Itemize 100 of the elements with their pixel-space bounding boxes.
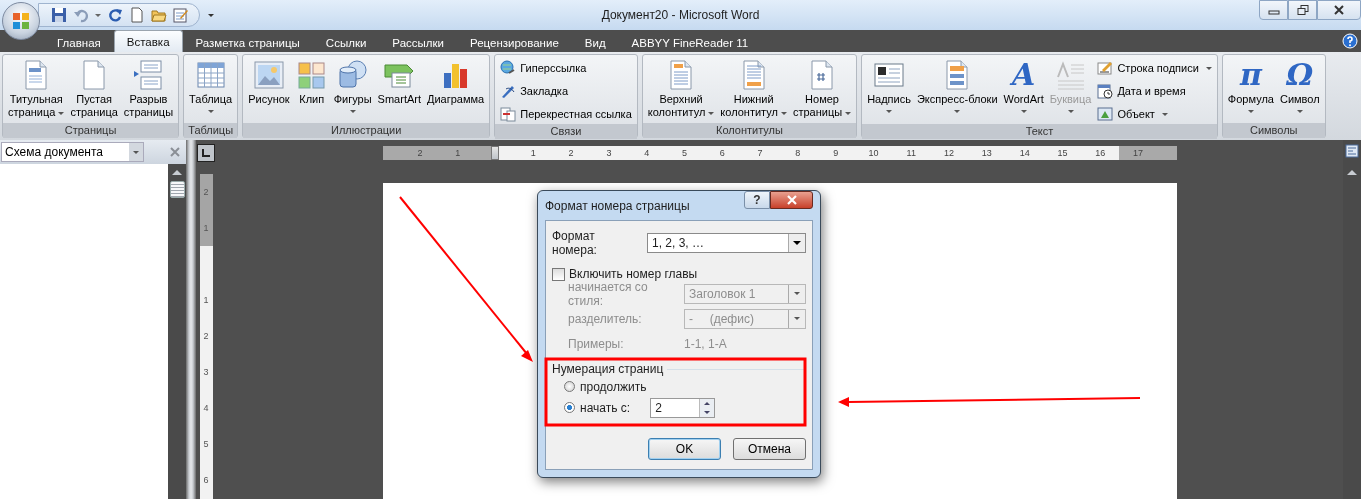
omega-icon: Ω xyxy=(1283,59,1316,91)
close-button[interactable] xyxy=(1317,0,1361,20)
ribbon-button[interactable]: Ω Символ xyxy=(1276,57,1323,123)
dialog-title: Формат номера страницы xyxy=(545,198,691,213)
ruler-number: 16 xyxy=(1095,148,1106,158)
ribbon-button[interactable]: Верхний колонтитул xyxy=(644,57,718,123)
group-label: Колонтитулы xyxy=(642,123,857,138)
ribbon-tab[interactable]: Вставка xyxy=(113,30,183,52)
ribbon-button[interactable]: Нижний колонтитул xyxy=(717,57,790,123)
help-button[interactable]: ? xyxy=(744,191,770,209)
number-format-dropdown[interactable]: 1, 2, 3, … xyxy=(647,233,806,253)
close-icon[interactable] xyxy=(170,147,180,157)
scroll-thumb[interactable] xyxy=(169,181,185,198)
office-button[interactable] xyxy=(2,2,40,40)
ribbon-button[interactable]: Клип xyxy=(292,57,331,123)
ribbon-button[interactable]: Строка подписи xyxy=(1094,58,1215,78)
ribbon-button[interactable]: Гиперссылка xyxy=(497,58,635,78)
group-label: Связи xyxy=(495,124,637,139)
letter-a-icon: A xyxy=(1007,59,1040,91)
bookmark-icon xyxy=(500,83,517,99)
tab-selector-button[interactable] xyxy=(197,144,215,162)
group-label: Иллюстрации xyxy=(243,123,490,138)
ribbon-button[interactable]: Таблица xyxy=(186,57,236,123)
ruler-number: 2 xyxy=(203,187,209,197)
dialog-button[interactable]: OK xyxy=(648,438,721,460)
include-chapter-checkbox[interactable]: Включить номер главы xyxy=(552,267,698,281)
window-title: Документ20 - Microsoft Word xyxy=(601,8,760,22)
ribbon-button[interactable]: Объект xyxy=(1094,104,1215,124)
ribbon-button[interactable]: Перекрестная ссылка xyxy=(497,104,635,124)
field-label: разделитель: xyxy=(568,311,643,326)
ribbon-button[interactable]: SmartArt xyxy=(374,57,424,123)
office-logo-icon xyxy=(11,11,31,31)
ruler-number: 12 xyxy=(944,148,955,158)
view-ruler-icon[interactable] xyxy=(1345,144,1359,158)
ruler-number: 7 xyxy=(757,148,763,158)
close-icon xyxy=(1333,5,1345,15)
drop-cap-icon xyxy=(1054,59,1087,91)
field-label: начинается со стиля: xyxy=(568,279,648,308)
group-label: Страницы xyxy=(3,123,179,138)
left-tab-icon xyxy=(201,148,211,158)
save-icon[interactable] xyxy=(51,7,67,23)
dialog-button[interactable]: Отмена xyxy=(733,438,806,460)
indent-marker[interactable] xyxy=(491,146,500,160)
close-button[interactable] xyxy=(770,191,813,209)
ruler-number: 1 xyxy=(455,148,461,158)
radio-button[interactable]: начать с: xyxy=(564,400,631,415)
ribbon-button[interactable]: Разрыв страницы xyxy=(120,57,177,123)
ribbon-button[interactable]: Рисунок xyxy=(245,57,293,123)
ruler-number: 14 xyxy=(1019,148,1030,158)
ribbon-button[interactable]: Пустая страница xyxy=(67,57,121,123)
start-number-spinner[interactable]: 2 xyxy=(650,397,716,418)
folder-icon[interactable] xyxy=(151,7,167,23)
ribbon-button[interactable]: Фигуры xyxy=(330,57,375,123)
ribbon-tab[interactable]: Рецензирование xyxy=(457,32,572,52)
ribbon-button[interactable]: π Формула xyxy=(1224,57,1277,123)
ruler-number: 8 xyxy=(795,148,801,158)
ribbon-tab[interactable]: Ссылки xyxy=(312,32,380,52)
ribbon-tab[interactable]: Разметка страницы xyxy=(182,32,313,52)
cross-reference-icon xyxy=(500,106,517,122)
ruler-number: 10 xyxy=(868,148,879,158)
ribbon-tab[interactable]: Главная xyxy=(44,32,114,52)
ruler-number: 13 xyxy=(981,148,992,158)
ribbon-button[interactable]: Дата и время xyxy=(1094,81,1215,101)
ribbon-button[interactable]: Надпись xyxy=(864,57,914,123)
new-document-icon[interactable] xyxy=(129,7,145,23)
radio-button[interactable]: продолжить xyxy=(564,379,647,394)
redo-icon[interactable] xyxy=(107,7,123,23)
ruler-number: 1 xyxy=(203,223,209,233)
group-label: Текст xyxy=(862,124,1217,139)
ruler-number: 15 xyxy=(1057,148,1068,158)
pane-view-dropdown[interactable]: Схема документа xyxy=(1,142,144,162)
clip-art-icon xyxy=(295,59,328,91)
scroll-up-icon[interactable] xyxy=(1347,170,1357,175)
ribbon-button[interactable]: Титульная страница xyxy=(5,57,68,123)
ribbon-button[interactable]: A WordArt xyxy=(1000,57,1047,123)
ribbon-button[interactable]: Диаграмма xyxy=(424,57,488,123)
ribbon-button[interactable]: Экспресс-блоки xyxy=(913,57,1001,123)
ruler-number: 2 xyxy=(203,331,209,341)
scrollbar[interactable] xyxy=(168,164,186,499)
scrollbar[interactable] xyxy=(1343,140,1361,499)
field-label: Примеры: xyxy=(568,336,625,351)
ruler-number: 2 xyxy=(568,148,574,158)
ribbon-tab[interactable]: ABBYY FineReader 11 xyxy=(618,32,762,52)
caret-icon[interactable] xyxy=(95,13,101,17)
customize-caret-icon[interactable] xyxy=(208,13,214,17)
ribbon-button[interactable]: Номер страницы xyxy=(789,57,855,123)
ribbon-tab[interactable]: Рассылки xyxy=(379,32,457,52)
help-icon[interactable] xyxy=(1342,33,1358,49)
ruler-number: 1 xyxy=(203,295,209,305)
restore-icon xyxy=(1296,5,1309,15)
form-icon[interactable] xyxy=(173,7,189,23)
ruler-number: 5 xyxy=(203,439,209,449)
example-value: 1-1, 1-A xyxy=(684,336,727,351)
ribbon-button[interactable]: Закладка xyxy=(497,81,635,101)
ribbon-tab[interactable]: Вид xyxy=(571,32,619,52)
picture-icon xyxy=(252,59,285,91)
ruler-number: 3 xyxy=(606,148,612,158)
ruler-number: 6 xyxy=(203,475,209,485)
restore-button[interactable] xyxy=(1288,0,1317,20)
close-icon xyxy=(785,195,798,205)
